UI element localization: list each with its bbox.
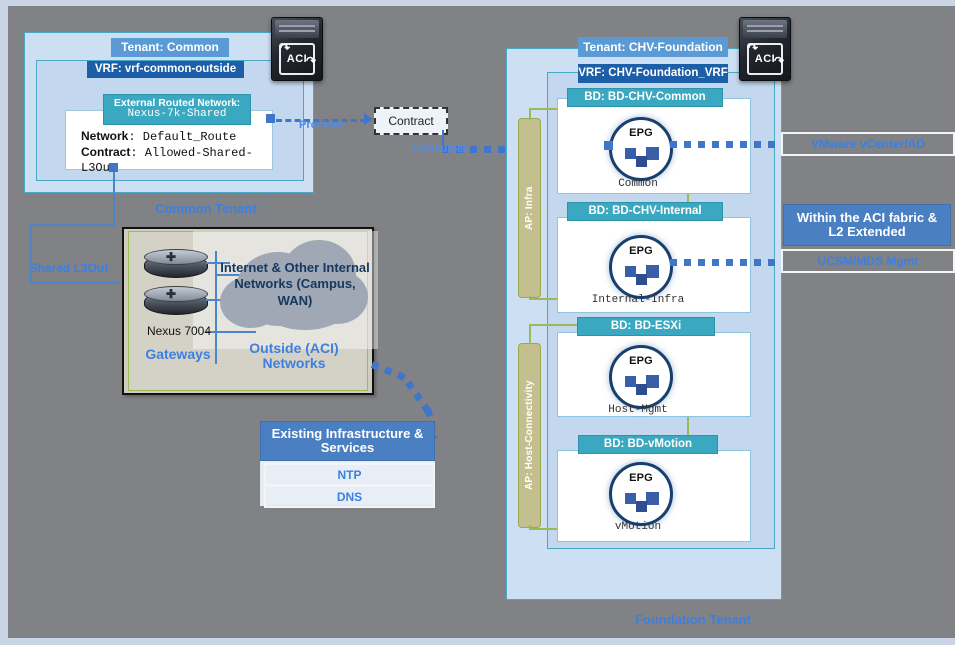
- switch-arrow-br: ↷: [305, 54, 316, 68]
- epg-circle-common[interactable]: EPG: [609, 117, 673, 181]
- switch-arrow-tl: ↷: [748, 41, 759, 55]
- cloud-text: Internet & Other Internal Networks (Camp…: [220, 260, 370, 308]
- epg-circle-host-mgmt[interactable]: EPG: [609, 345, 673, 409]
- foundation-vrf-title: VRF: CHV-Foundation_VRF: [578, 64, 728, 83]
- bd-title-chv-internal: BD: BD-CHV-Internal: [567, 202, 723, 221]
- app-profile-host-connectivity: AP: Host-Connectivity: [518, 343, 541, 528]
- network-key: Network: [81, 129, 129, 143]
- switch-arrow-br: ↷: [773, 54, 784, 68]
- contract-label: Contract: [388, 114, 434, 128]
- outside-networks-caption: Outside (ACI) Networks: [249, 340, 339, 372]
- epg-title: EPG: [629, 355, 653, 367]
- callout-ucsm-mds-mgmt[interactable]: UCSM/MDS Mgmt: [781, 249, 955, 273]
- infra-link-seg1: [370, 361, 411, 383]
- epg-glyph-square: [625, 148, 636, 159]
- epg-glyph-square: [646, 492, 659, 505]
- app-profile-host-connectivity-label: AP: Host-Connectivity: [524, 380, 535, 491]
- l3out-connector-left: [30, 224, 115, 226]
- epg-internal-east-link: [670, 259, 782, 266]
- epg-glyph-square: [636, 156, 647, 167]
- foundation-tenant-caption: Foundation Tenant: [634, 612, 752, 627]
- switch-arrow-tl: ↷: [280, 41, 291, 55]
- router-stack-label: Nexus 7004: [146, 324, 212, 338]
- epg-title: EPG: [629, 472, 653, 484]
- epg-glyph-square: [646, 147, 659, 160]
- consumer-label: Consumer: [413, 143, 468, 155]
- diagram-canvas: Tenant: Common VRF: vrf-common-outside E…: [8, 6, 955, 638]
- contract-box[interactable]: Contract: [374, 107, 448, 135]
- service-item-dns[interactable]: DNS: [264, 485, 435, 508]
- epg-glyph-square: [625, 493, 636, 504]
- ap-host-wire-top-v: [529, 324, 531, 344]
- router-arrows-icon: ✚: [166, 287, 177, 301]
- epg-name-common: Common: [618, 178, 658, 190]
- foundation-tenant-title: Tenant: CHV-Foundation: [578, 37, 728, 57]
- service-item-ntp[interactable]: NTP: [264, 463, 435, 486]
- bd-title-esxi: BD: BD-ESXi: [577, 317, 715, 336]
- epg-title: EPG: [629, 245, 653, 257]
- router-icon-top: ✚: [144, 249, 208, 279]
- epg-name-internal-infra: Internal-Infra: [591, 294, 685, 306]
- common-tenant-title: Tenant: Common: [111, 38, 229, 57]
- provider-label: Provider: [299, 119, 344, 131]
- common-vrf-title: VRF: vrf-common-outside: [87, 61, 244, 78]
- callout-fabric-note: Within the ACI fabric & L2 Extended: [783, 204, 951, 246]
- epg-common-left-node: [604, 141, 613, 150]
- l3out-connector-down: [30, 224, 32, 284]
- epg-title: EPG: [629, 127, 653, 139]
- epg-glyph-square: [625, 376, 636, 387]
- ext-routed-name: Nexus-7k-Shared: [127, 108, 227, 121]
- epg-name-host-mgmt: Host-Mgmt: [608, 404, 668, 416]
- switch-top-bezel: [275, 20, 319, 38]
- callout-vmware-vcenter-ad[interactable]: VMware vCenter/AD: [781, 132, 955, 156]
- switch-top-bezel: [743, 20, 787, 38]
- l3out-node: [109, 163, 118, 172]
- aci-switch-icon-foundation: ACI ↷ ↷: [739, 17, 791, 81]
- network-value: : Default_Route: [128, 130, 237, 144]
- ap-infra-wire-bottom-v: [529, 296, 531, 300]
- ap-host-wire-bottom-v: [529, 525, 531, 530]
- existing-infra-title: Existing Infrastructure & Services: [260, 421, 435, 461]
- router-arrows-icon: ✚: [166, 250, 177, 264]
- epg-glyph-square: [636, 274, 647, 285]
- bd-title-chv-common: BD: BD-CHV-Common: [567, 88, 723, 107]
- provider-endpoint-node: [266, 114, 275, 123]
- epg-glyph-square: [646, 265, 659, 278]
- cloud-shape: Internet & Other Internal Networks (Camp…: [220, 234, 370, 344]
- bd-title-vmotion: BD: BD-vMotion: [578, 435, 718, 454]
- contract-key: Contract: [81, 145, 131, 159]
- epg-common-east-link: [670, 141, 782, 148]
- router-icon-bottom: ✚: [144, 286, 208, 316]
- l3out-connector-vertical: [113, 166, 115, 226]
- app-profile-infra-label: AP: Infra: [524, 186, 535, 230]
- gateway-caption: Gateways: [145, 346, 211, 362]
- epg-glyph-square: [636, 384, 647, 395]
- epg-circle-vmotion[interactable]: EPG: [609, 462, 673, 526]
- epg-glyph-square: [646, 375, 659, 388]
- common-tenant-caption: Common Tenant: [155, 201, 257, 216]
- external-routed-network-title: External Routed Network: Nexus-7k-Shared: [103, 94, 251, 125]
- epg-glyph-square: [636, 501, 647, 512]
- l3out-connector-to-gateway: [30, 282, 120, 284]
- epg-name-vmotion: vMotion: [614, 521, 662, 533]
- aci-switch-icon-common: ACI ↷ ↷: [271, 17, 323, 81]
- epg-glyph-square: [625, 266, 636, 277]
- epg-circle-internal-infra[interactable]: EPG: [609, 235, 673, 299]
- app-profile-infra: AP: Infra: [518, 118, 541, 298]
